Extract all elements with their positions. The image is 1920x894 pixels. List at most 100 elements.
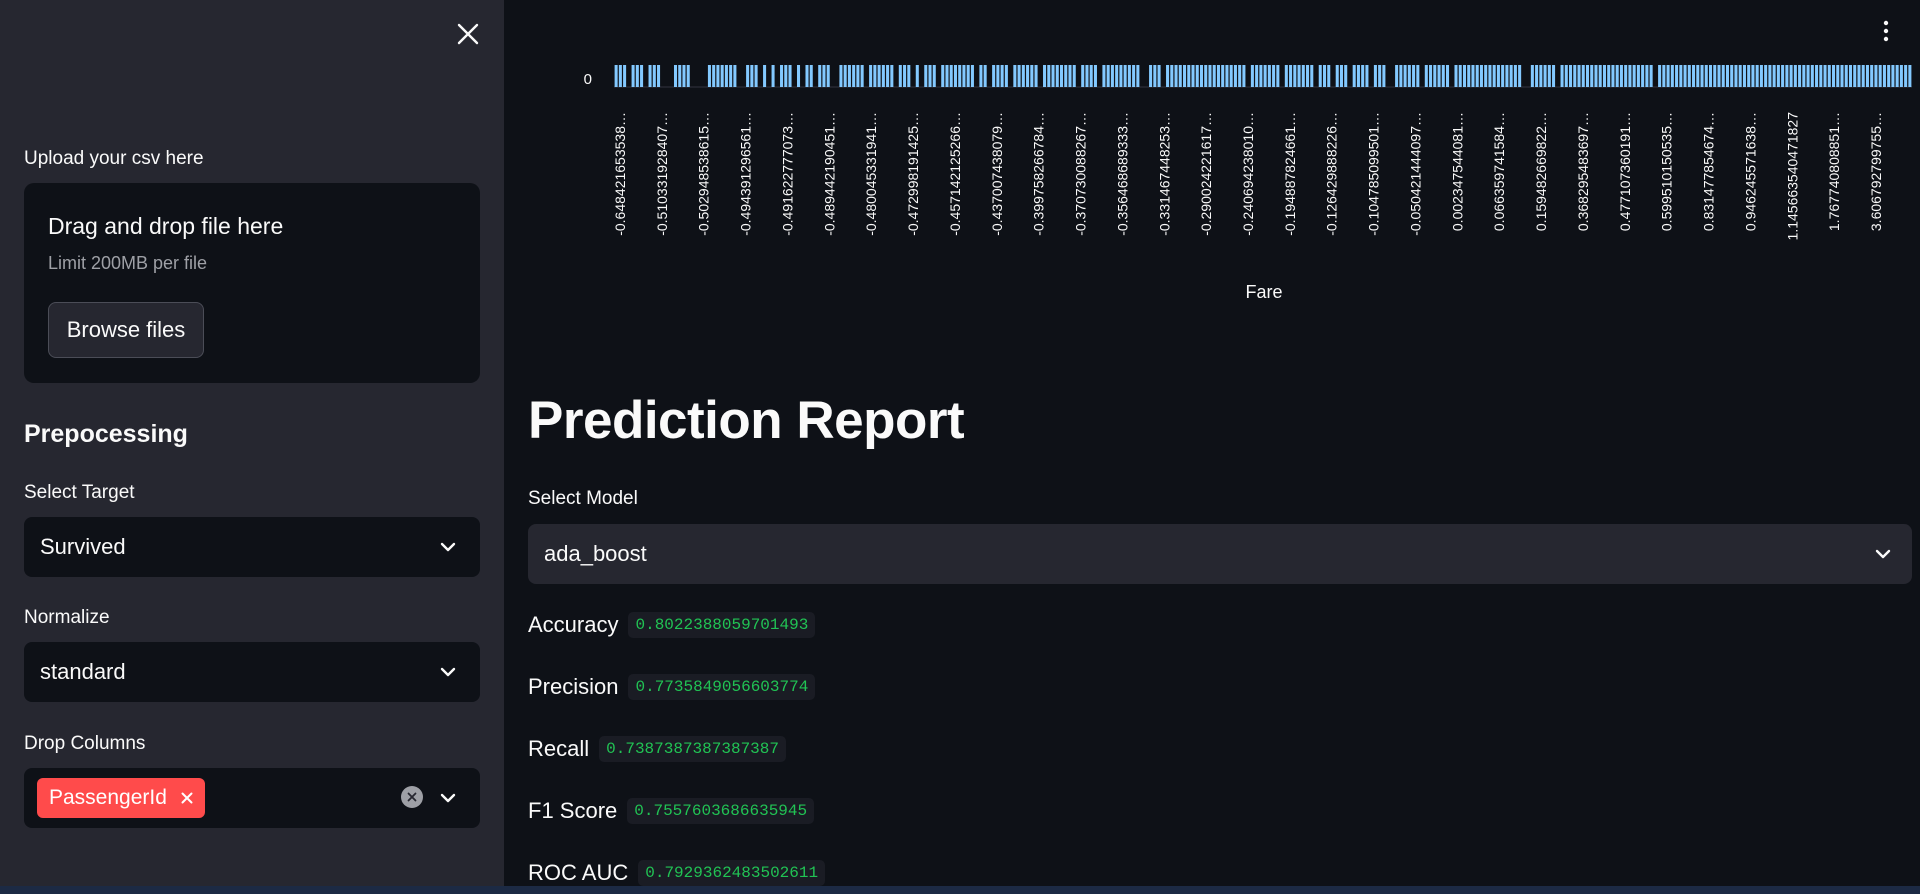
x-tick-label: -0.050421444097… — [1408, 112, 1424, 236]
metric-accuracy: Accuracy 0.8022388059701493 — [528, 612, 816, 638]
bar — [860, 65, 864, 87]
bar — [1895, 65, 1899, 87]
normalize-select[interactable]: standard — [24, 642, 480, 702]
bar — [1339, 65, 1343, 87]
normalize-label: Normalize — [24, 607, 110, 628]
bar — [1725, 65, 1729, 87]
bar — [635, 65, 639, 87]
bar — [945, 65, 949, 87]
bar — [1823, 65, 1827, 87]
x-tick-label: -0.489442190451… — [821, 112, 837, 236]
bar — [1785, 65, 1789, 87]
x-tick-label: -0.437007438079… — [989, 112, 1005, 236]
bar — [1666, 65, 1670, 87]
bar — [1412, 65, 1416, 87]
x-tick-label: -0.240694238010… — [1240, 112, 1256, 236]
bar — [1810, 65, 1814, 87]
browse-files-button[interactable]: Browse files — [48, 302, 204, 358]
bar — [1662, 65, 1666, 87]
target-select[interactable]: Survived — [24, 517, 480, 577]
bar — [771, 65, 775, 87]
bar — [1751, 65, 1755, 87]
bar — [1068, 65, 1072, 87]
bar — [1119, 65, 1123, 87]
bar — [1721, 65, 1725, 87]
bar — [852, 65, 856, 87]
page-title: Prediction Report — [528, 391, 965, 450]
upload-label: Upload your csv here — [24, 148, 204, 169]
file-dropzone[interactable]: Drag and drop file here Limit 200MB per … — [24, 183, 480, 383]
bar — [1115, 65, 1119, 87]
bar — [1768, 65, 1772, 87]
bar — [1832, 65, 1836, 87]
x-tick-label: -0.491622777073… — [780, 112, 796, 236]
bar — [1030, 65, 1034, 87]
metric-name: Accuracy — [528, 612, 619, 637]
bar — [1539, 65, 1543, 87]
bar — [1462, 65, 1467, 87]
bar — [716, 65, 720, 87]
bar — [1021, 65, 1025, 87]
clear-all-button[interactable] — [401, 786, 423, 808]
model-select[interactable]: ada_boost — [528, 524, 1912, 584]
bar — [631, 65, 635, 87]
close-sidebar-button[interactable] — [454, 20, 482, 48]
bar — [1908, 65, 1912, 87]
bar — [1004, 65, 1008, 87]
bar — [1781, 65, 1785, 87]
bar — [1602, 65, 1606, 87]
bar — [1755, 65, 1759, 87]
metric-value: 0.8022388059701493 — [628, 612, 816, 638]
bar — [979, 65, 983, 87]
chevron-down-icon — [440, 542, 456, 552]
bar — [797, 65, 801, 87]
bar — [1509, 65, 1513, 87]
x-tick-label: -0.457142125266… — [947, 112, 963, 236]
bar — [1734, 65, 1738, 87]
bar — [1132, 65, 1136, 87]
chevron-down-icon[interactable] — [438, 788, 458, 808]
bar — [1547, 65, 1551, 87]
bar — [983, 65, 987, 87]
bar — [1798, 65, 1802, 87]
bar — [1157, 65, 1161, 87]
bar — [1569, 65, 1573, 87]
bar — [805, 65, 809, 87]
bar — [843, 65, 847, 87]
bar — [1216, 65, 1220, 87]
bar — [1475, 65, 1479, 87]
bar — [1827, 65, 1831, 87]
metric-name: F1 Score — [528, 798, 618, 823]
bar — [1458, 65, 1462, 87]
bar — [877, 65, 881, 87]
bar — [1708, 65, 1713, 87]
dropzone-limit: Limit 200MB per file — [48, 253, 208, 273]
bar — [1878, 65, 1882, 87]
bar — [1102, 65, 1106, 87]
remove-tag-icon[interactable] — [181, 792, 193, 804]
x-tick-label: -0.399758266784… — [1031, 112, 1047, 236]
drop-columns-label: Drop Columns — [24, 733, 146, 754]
target-select-value: Survived — [40, 534, 126, 559]
bar — [1632, 65, 1636, 87]
drop-columns-multiselect[interactable]: PassengerId — [24, 768, 480, 828]
bar — [1619, 65, 1623, 87]
bar — [750, 65, 754, 87]
bar — [1844, 65, 1848, 87]
bar — [1123, 65, 1127, 87]
close-icon — [457, 23, 479, 45]
bar — [1178, 65, 1182, 87]
chevron-down-icon — [1875, 549, 1891, 559]
bar — [780, 65, 784, 87]
bar — [1645, 65, 1649, 87]
bar — [1166, 65, 1170, 87]
bar — [1212, 65, 1216, 87]
x-tick-label: -0.502948538615… — [696, 112, 712, 236]
y-tick-label: 0 — [584, 71, 592, 88]
bar — [1738, 65, 1742, 87]
bar — [1306, 65, 1310, 87]
bar — [1085, 65, 1089, 87]
bar — [1615, 65, 1619, 87]
bar — [1747, 65, 1751, 87]
bar — [1191, 65, 1195, 87]
